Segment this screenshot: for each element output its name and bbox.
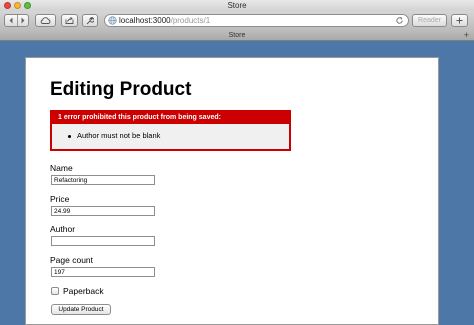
- icloud-tabs-button[interactable]: [35, 14, 56, 27]
- error-explanation: 1 error prohibited this product from bei…: [50, 110, 291, 151]
- forward-button[interactable]: [17, 15, 29, 26]
- reader-button[interactable]: Reader: [412, 14, 447, 27]
- url-host: localhost:3000: [119, 16, 171, 25]
- name-label: Name: [50, 163, 73, 173]
- plus-icon: [456, 17, 463, 24]
- reload-icon[interactable]: [395, 16, 404, 25]
- title-bar: Store: [0, 0, 474, 11]
- author-label: Author: [50, 224, 76, 234]
- new-tab-button[interactable]: +: [464, 30, 469, 41]
- url-text[interactable]: localhost:3000/products/1: [119, 15, 210, 26]
- tab-bar: Store +: [0, 30, 474, 41]
- new-tab-toolbar-button[interactable]: [451, 14, 468, 27]
- paperback-label: Paperback: [63, 286, 104, 296]
- window-title: Store: [227, 1, 247, 10]
- globe-icon: [108, 16, 117, 25]
- error-message: Author must not be blank: [52, 131, 289, 141]
- price-label: Price: [50, 194, 70, 204]
- page-count-field[interactable]: [51, 267, 155, 277]
- chevron-left-icon: [9, 17, 13, 24]
- wrench-icon: [86, 17, 94, 25]
- page-title: Editing Product: [50, 79, 192, 100]
- tab-store[interactable]: Store: [0, 30, 474, 41]
- page-count-label: Page count: [50, 255, 94, 265]
- update-product-button[interactable]: Update Product: [51, 304, 111, 315]
- share-icon: [65, 17, 74, 24]
- cloud-icon: [40, 17, 51, 24]
- back-forward-buttons: [4, 14, 29, 27]
- chevron-right-icon: [21, 17, 25, 24]
- author-field[interactable]: [51, 236, 155, 246]
- error-heading: 1 error prohibited this product from bei…: [52, 112, 289, 124]
- settings-button[interactable]: [82, 14, 98, 27]
- error-list: Author must not be blank: [52, 131, 289, 141]
- share-button[interactable]: [61, 14, 78, 27]
- paperback-checkbox[interactable]: [51, 287, 59, 295]
- browser-toolbar: localhost:3000/products/1 Reader: [0, 11, 474, 30]
- browser-window: Store localhost:3000/products/1 Reader S…: [0, 0, 474, 325]
- address-bar[interactable]: localhost:3000/products/1: [104, 14, 409, 27]
- url-path: /products/1: [170, 16, 211, 25]
- price-field[interactable]: [51, 206, 155, 216]
- page-content: Editing Product 1 error prohibited this …: [25, 57, 439, 325]
- name-field[interactable]: [51, 175, 155, 185]
